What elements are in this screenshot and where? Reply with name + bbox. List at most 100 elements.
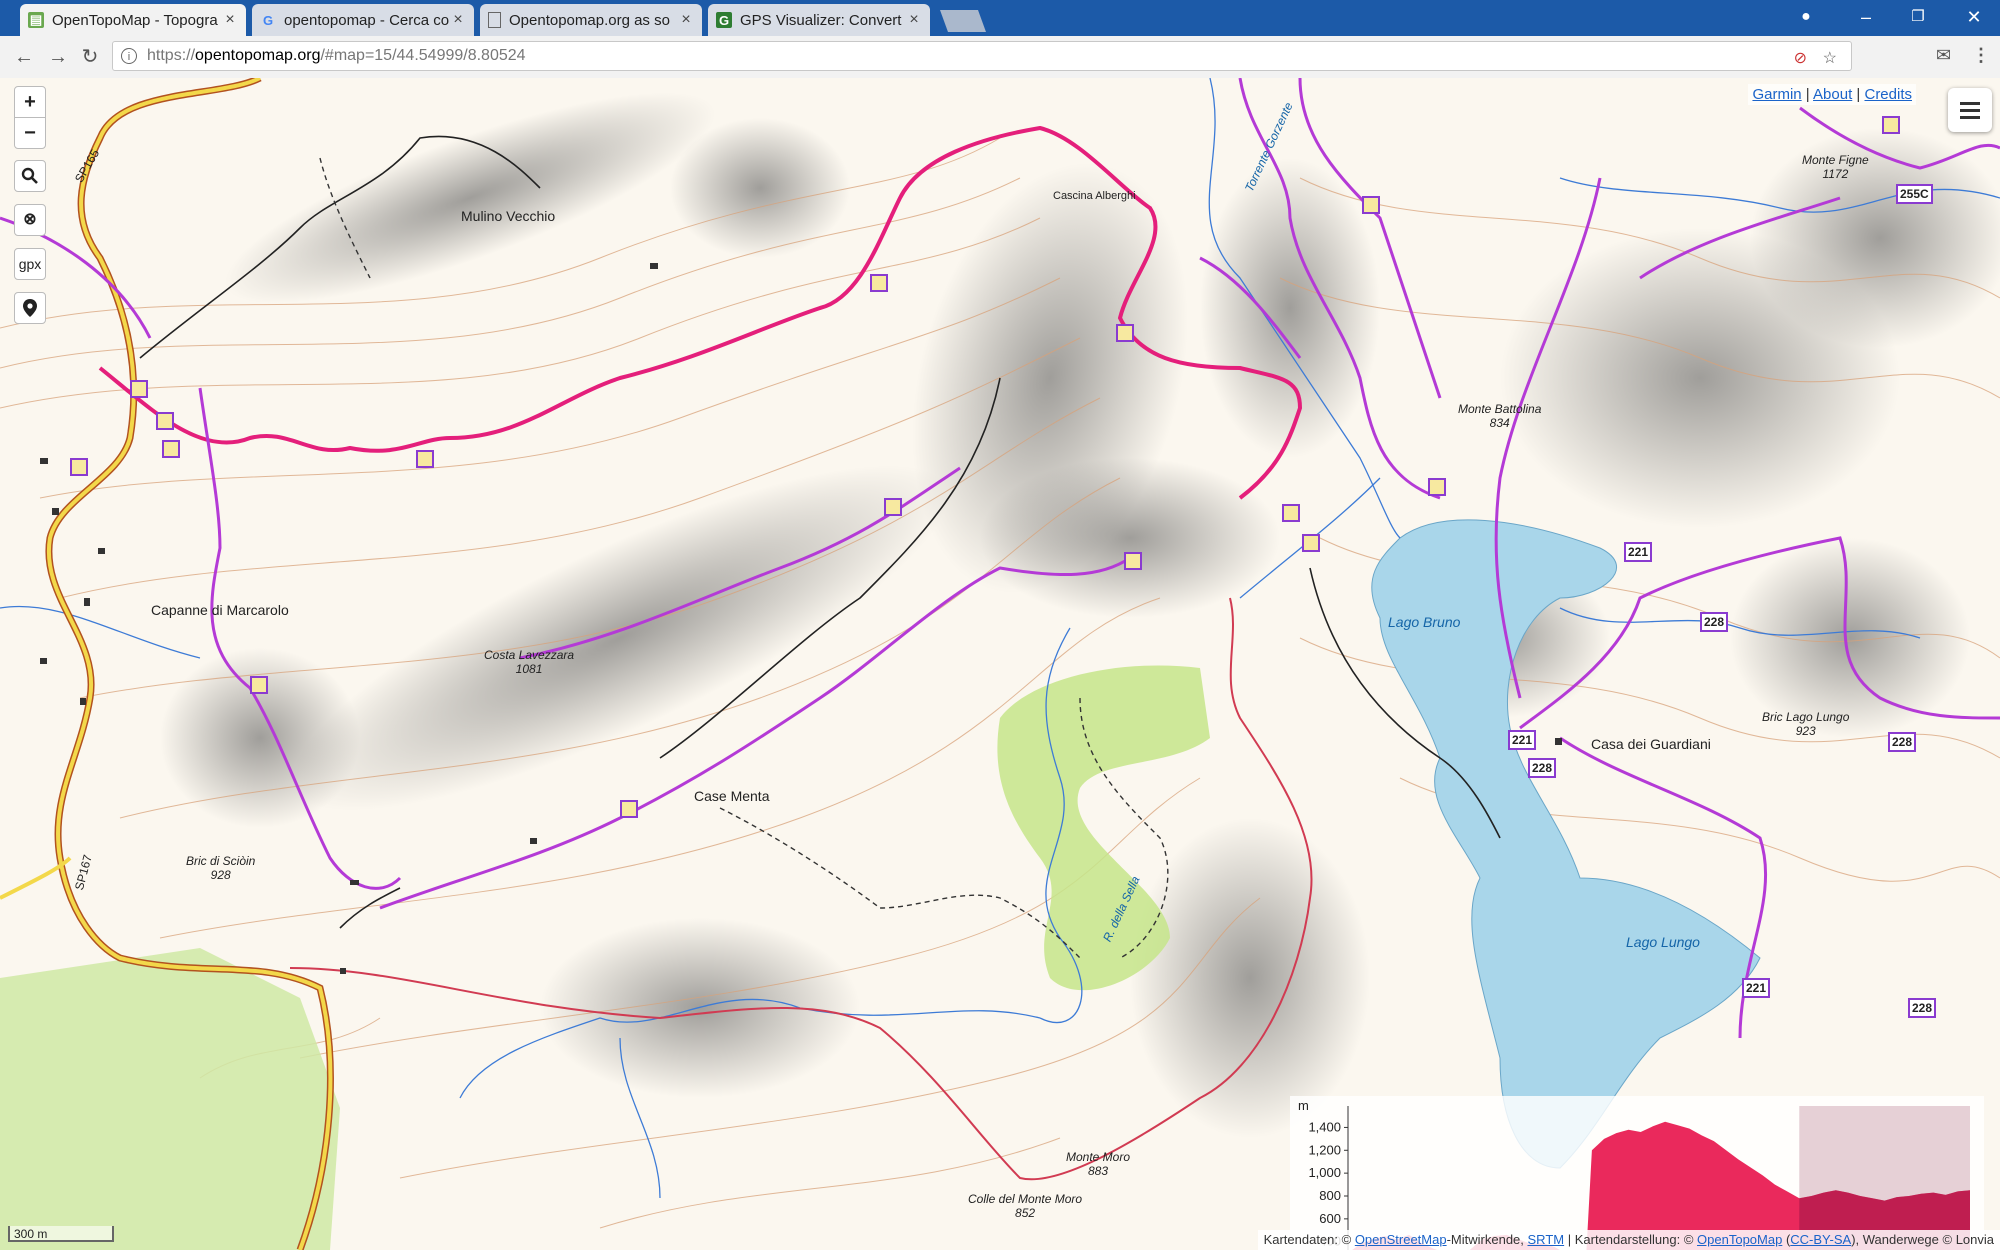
map-canvas [0,78,2000,1250]
route-shield: 228 [1700,612,1729,632]
new-tab-button[interactable] [939,10,987,32]
tab-title: Opentopomap.org as so [509,11,670,29]
tab-opentopomap-doc[interactable]: Opentopomap.org as so × [480,4,702,36]
extension-mail-icon[interactable]: ✉ [1936,45,1951,66]
trail-marker [70,458,88,476]
about-link[interactable]: About [1813,86,1852,103]
title-bar: ▤ OpenTopoMap - Topogra × G opentopomap … [0,0,2000,36]
close-window-icon[interactable]: ✕ [1956,4,1992,30]
place-label: Case Menta [694,788,770,804]
reload-icon[interactable]: ↻ [76,44,104,70]
tab-opentopomap[interactable]: ▤ OpenTopoMap - Topogra × [20,4,246,36]
search-icon [21,167,38,184]
peak-label: Colle del Monte Moro 852 [968,1192,1083,1220]
close-tab-icon[interactable]: × [906,11,922,29]
hamburger-icon [1960,101,1980,105]
tab-title: GPS Visualizer: Convert G [740,11,906,29]
trail-marker [884,498,902,516]
separator: | [1801,86,1814,103]
gpsvisualizer-favicon-icon: G [716,12,732,28]
location-pin-icon [23,299,37,317]
elevation-chart: 2004006008001,0001,2001,40001020304050mk… [1298,1098,1970,1250]
route-shield: 228 [1888,732,1917,752]
garmin-link[interactable]: Garmin [1752,86,1801,103]
trail-marker [416,450,434,468]
trail-marker [870,274,888,292]
map-favicon-icon: ▤ [28,12,44,28]
tab-gps-visualizer[interactable]: G GPS Visualizer: Convert G × [708,4,930,36]
y-tick-label: 1,200 [1308,1142,1341,1157]
peak-label: Monte Moro 883 [1066,1150,1131,1178]
trail-marker [250,676,268,694]
gpx-button[interactable]: gpx [14,248,46,280]
y-tick-label: 800 [1319,1188,1341,1203]
route-shield: 221 [1508,730,1537,750]
restore-icon[interactable]: ❐ [1900,4,1936,30]
trail-marker [162,440,180,458]
route-shield: 228 [1908,998,1937,1018]
forest-area [0,948,340,1250]
license-link[interactable]: CC-BY-SA [1790,1232,1851,1247]
close-circle-icon: ⊗ [23,211,37,228]
layers-menu-button[interactable] [1948,88,1992,132]
profile-icon[interactable]: ● [1788,4,1824,30]
address-bar[interactable]: i https://opentopomap.org/#map=15/44.549… [112,41,1852,71]
zoom-out-button[interactable]: − [14,117,46,149]
trail-marker [1282,504,1300,522]
trail-marker [1124,552,1142,570]
trail-marker [1362,196,1380,214]
route-shield: 228 [1528,758,1557,778]
site-info-icon[interactable]: i [121,48,137,64]
trail-marker [1116,324,1134,342]
close-tab-icon[interactable]: × [222,11,238,29]
separator: | [1852,86,1865,103]
attribution-text: -Mitwirkende, [1446,1232,1528,1247]
osm-link[interactable]: OpenStreetMap [1355,1232,1447,1247]
attribution: Kartendaten: © OpenStreetMap-Mitwirkende… [1257,1230,2000,1250]
url-text[interactable]: https://opentopomap.org/#map=15/44.54999… [147,47,526,65]
document-favicon-icon [488,12,501,28]
tab-title: OpenTopoMap - Topogra [52,11,218,29]
menu-dots-icon[interactable]: ⋮ [1972,45,1990,66]
opentopomap-link[interactable]: OpenTopoMap [1697,1232,1782,1247]
attribution-text: Kartendaten: © [1263,1232,1355,1247]
peak-label: Bric Lago Lungo 923 [1762,710,1850,738]
route-shield: 255C [1896,184,1933,204]
close-tab-icon[interactable]: × [678,11,694,29]
peak-label: Costa Lavezzara 1081 [484,648,575,676]
clear-route-button[interactable]: ⊗ [14,204,46,236]
y-tick-label: 1,400 [1308,1119,1341,1134]
scale-bar: 300 m [8,1226,114,1242]
attribution-text: | Kartendarstellung: © [1564,1232,1698,1247]
y-tick-label: 1,000 [1308,1165,1341,1180]
trail-marker [130,380,148,398]
place-label: Casa dei Guardiani [1591,736,1711,752]
back-arrow-icon[interactable]: ← [10,44,38,70]
tab-google-search[interactable]: G opentopomap - Cerca co × [252,4,474,36]
top-links: Garmin | About | Credits [1748,84,1916,105]
forward-arrow-icon[interactable]: → [44,44,72,70]
place-label: Capanne di Marcarolo [151,602,289,618]
credits-link[interactable]: Credits [1864,86,1912,103]
lake-label: Lago Bruno [1388,614,1461,630]
browser-toolbar: ← → ↻ i https://opentopomap.org/#map=15/… [0,36,2000,79]
attribution-text: ), Wanderwege © Lonvia [1851,1232,1994,1247]
close-tab-icon[interactable]: × [450,11,466,29]
zoom-in-button[interactable]: + [14,86,46,118]
trail-marker [1882,116,1900,134]
bookmark-star-icon[interactable]: ☆ [1823,48,1837,68]
lake-label: Lago Lungo [1626,934,1700,950]
place-label: Cascina Alberghi [1053,190,1136,202]
topographic-map[interactable]: Mulino Vecchio Capanne di Marcarolo Case… [0,78,2000,1250]
search-button[interactable] [14,160,46,192]
trail-marker [1302,534,1320,552]
trail-marker [156,412,174,430]
locate-button[interactable] [14,292,46,324]
google-favicon-icon: G [262,12,274,28]
srtm-link[interactable]: SRTM [1528,1232,1565,1247]
elevation-profile: 2004006008001,0001,2001,40001020304050mk… [1290,1096,1984,1250]
tab-title: opentopomap - Cerca co [284,11,450,29]
route-shield: 221 [1624,542,1653,562]
minimize-icon[interactable]: – [1848,4,1884,30]
location-blocked-icon[interactable]: ⊘ [1794,48,1807,68]
